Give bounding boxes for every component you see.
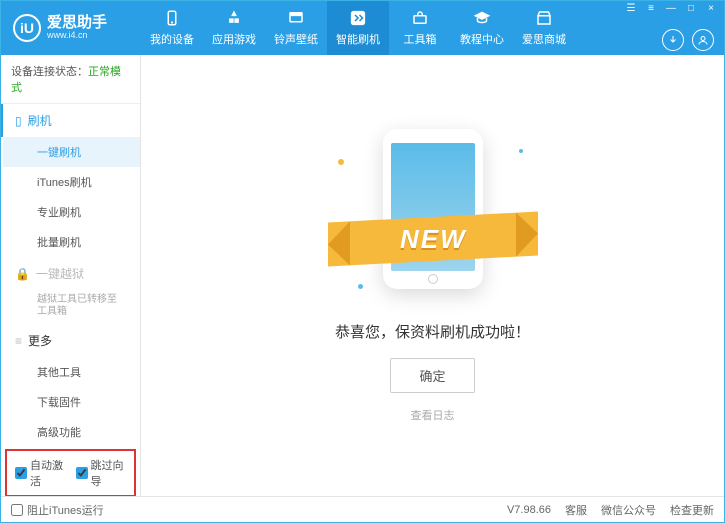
user-button[interactable]	[692, 29, 714, 51]
tab-label: 智能刷机	[336, 31, 380, 47]
close-button[interactable]: ×	[704, 3, 718, 14]
tutorial-icon	[473, 9, 491, 27]
version-label: V7.98.66	[507, 504, 551, 516]
sidebar-item-other-tools[interactable]: 其他工具	[3, 357, 140, 387]
phone-icon: ▯	[15, 114, 22, 128]
options-highlight-box: 自动激活 跳过向导	[5, 449, 136, 496]
sidebar-group-label: 刷机	[28, 112, 52, 129]
list-icon[interactable]: ≡	[644, 3, 658, 14]
phone-icon	[383, 129, 483, 289]
sidebar-item-download-firmware[interactable]: 下载固件	[3, 387, 140, 417]
device-icon	[163, 9, 181, 27]
sidebar: 设备连接状态：正常模式 ▯ 刷机 一键刷机 iTunes刷机 专业刷机 批量刷机…	[1, 55, 141, 496]
tab-label: 工具箱	[404, 31, 437, 47]
checkbox-label: 跳过向导	[91, 457, 127, 489]
confirm-button[interactable]: 确定	[390, 358, 474, 393]
main-content: NEW 恭喜您，保资料刷机成功啦！ 确定 查看日志	[141, 55, 724, 496]
tab-store[interactable]: 爱思商城	[513, 1, 575, 55]
sidebar-group-jailbreak: 🔒 一键越狱	[3, 257, 140, 290]
check-update-link[interactable]: 检查更新	[670, 502, 714, 518]
menu-icon[interactable]: ☰	[624, 3, 638, 14]
status-label: 设备连接状态：	[11, 66, 88, 78]
app-title: 爱思助手	[47, 15, 107, 32]
sidebar-item-pro-flash[interactable]: 专业刷机	[3, 197, 140, 227]
sidebar-item-itunes-flash[interactable]: iTunes刷机	[3, 167, 140, 197]
tab-label: 爱思商城	[522, 31, 566, 47]
sidebar-item-advanced[interactable]: 高级功能	[3, 417, 140, 447]
lock-icon: 🔒	[15, 267, 30, 281]
tab-my-device[interactable]: 我的设备	[141, 1, 203, 55]
wechat-link[interactable]: 微信公众号	[601, 502, 656, 518]
tab-apps-games[interactable]: 应用游戏	[203, 1, 265, 55]
titlebar: iU 爱思助手 www.i4.cn 我的设备 应用游戏 铃声壁纸 智能刷机	[1, 1, 724, 55]
flash-icon	[349, 9, 367, 27]
checkbox-label: 阻止iTunes运行	[27, 502, 104, 518]
app-url: www.i4.cn	[47, 31, 107, 41]
success-message: 恭喜您，保资料刷机成功啦！	[335, 321, 530, 342]
connection-status: 设备连接状态：正常模式	[1, 55, 140, 104]
more-icon: ≡	[15, 334, 22, 348]
window-controls: ☰ ≡ — □ ×	[624, 3, 718, 14]
store-icon	[535, 9, 553, 27]
sidebar-group-label: 更多	[28, 332, 52, 349]
apps-icon	[225, 9, 243, 27]
tab-ringtones-wallpapers[interactable]: 铃声壁纸	[265, 1, 327, 55]
logo: iU 爱思助手 www.i4.cn	[1, 14, 141, 42]
toolbox-icon	[411, 9, 429, 27]
statusbar: 阻止iTunes运行 V7.98.66 客服 微信公众号 检查更新	[1, 496, 724, 522]
tab-smart-flash[interactable]: 智能刷机	[327, 1, 389, 55]
download-button[interactable]	[662, 29, 684, 51]
success-illustration: NEW	[328, 129, 538, 299]
logo-icon: iU	[13, 14, 41, 42]
checkbox-skip-setup[interactable]: 跳过向导	[76, 457, 127, 489]
sidebar-group-label: 一键越狱	[36, 265, 84, 282]
sidebar-group-more[interactable]: ≡ 更多	[3, 324, 140, 357]
checkbox-label: 自动激活	[30, 457, 66, 489]
tab-toolbox[interactable]: 工具箱	[389, 1, 451, 55]
app-window: iU 爱思助手 www.i4.cn 我的设备 应用游戏 铃声壁纸 智能刷机	[0, 0, 725, 523]
media-icon	[287, 9, 305, 27]
ribbon-text: NEW	[399, 223, 466, 254]
checkbox-auto-activate[interactable]: 自动激活	[15, 457, 66, 489]
sidebar-group-flash[interactable]: ▯ 刷机	[1, 104, 140, 137]
sidebar-item-batch-flash[interactable]: 批量刷机	[3, 227, 140, 257]
minimize-button[interactable]: —	[664, 3, 678, 14]
maximize-button[interactable]: □	[684, 3, 698, 14]
tab-label: 应用游戏	[212, 31, 256, 47]
tab-label: 我的设备	[150, 31, 194, 47]
view-log-link[interactable]: 查看日志	[411, 407, 455, 423]
checkbox-block-itunes[interactable]: 阻止iTunes运行	[11, 502, 104, 518]
new-ribbon: NEW	[328, 211, 538, 266]
sidebar-item-oneclick-flash[interactable]: 一键刷机	[3, 137, 140, 167]
customer-service-link[interactable]: 客服	[565, 502, 587, 518]
jailbreak-moved-note: 越狱工具已转移至 工具箱	[3, 290, 140, 324]
tab-label: 铃声壁纸	[274, 31, 318, 47]
tab-label: 教程中心	[460, 31, 504, 47]
tab-tutorial-center[interactable]: 教程中心	[451, 1, 513, 55]
